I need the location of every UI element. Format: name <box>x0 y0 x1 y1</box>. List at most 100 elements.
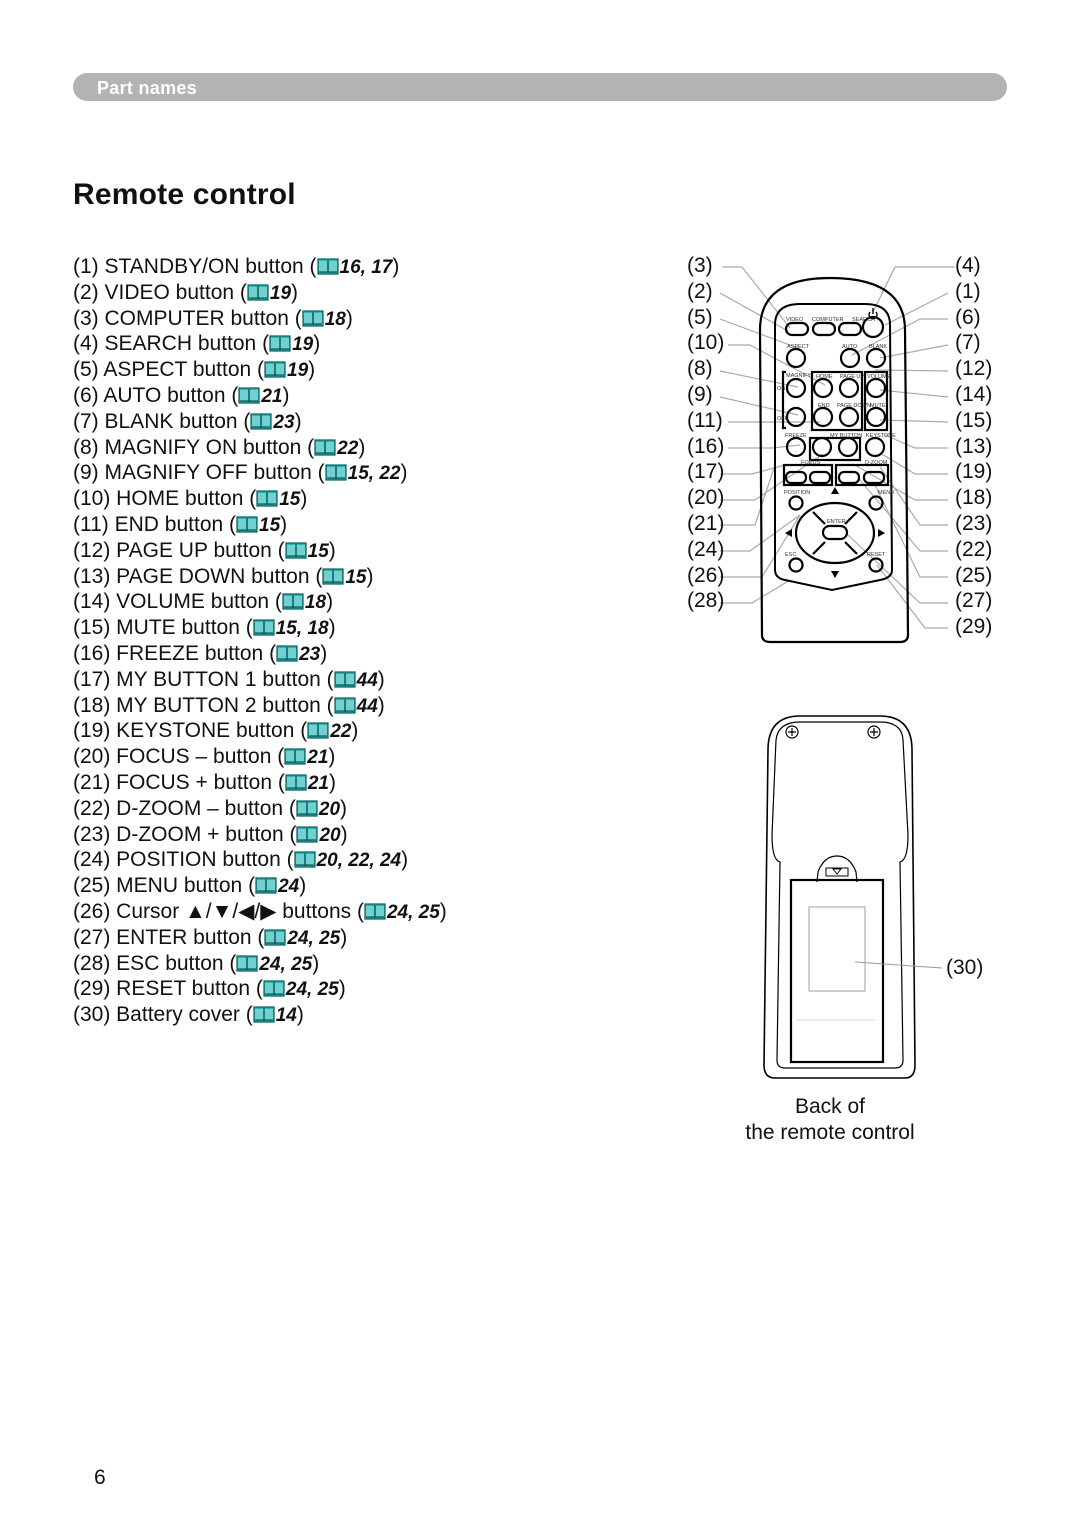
closing-paren: ) <box>338 977 346 1001</box>
page-reference: 24, 25 <box>364 899 440 926</box>
part-label: (7) BLANK button ( <box>73 409 251 433</box>
page-numbers: 24, 25 <box>287 927 341 949</box>
closing-paren: ) <box>340 796 348 820</box>
book-icon <box>253 619 275 636</box>
callout-label-right: (14) <box>955 383 993 406</box>
page-numbers: 44 <box>356 669 378 691</box>
closing-paren: ) <box>377 667 385 691</box>
callout-label-right: (22) <box>955 537 993 561</box>
part-label: (26) Cursor ▲/▼/◀/▶ buttons ( <box>73 899 364 923</box>
callout-label-right: (13) <box>955 434 993 458</box>
arrow-up-icon <box>831 487 839 494</box>
end-button <box>812 406 834 428</box>
keystone-button <box>864 436 886 458</box>
page-reference: 15 <box>236 512 280 539</box>
part-item: (14) VOLUME button (18) <box>73 589 447 615</box>
callout-label-left: (21) <box>687 512 725 535</box>
part-item: (25) MENU button (24) <box>73 873 447 899</box>
closing-paren: ) <box>308 358 316 382</box>
part-label: (21) FOCUS + button ( <box>73 770 285 794</box>
page-reference: 23 <box>276 641 320 668</box>
callout-label-left: (24) <box>687 537 725 561</box>
part-item: (20) FOCUS – button (21) <box>73 744 447 770</box>
part-item: (27) ENTER button (24, 25) <box>73 925 447 951</box>
page-reference: 24 <box>255 873 299 900</box>
page-down-caption: PAGE DOWN <box>837 403 871 409</box>
callout-label-left: (2) <box>687 279 713 303</box>
book-icon <box>322 567 344 585</box>
callout-label-left: (5) <box>687 305 713 329</box>
page-reference: 22 <box>307 718 351 745</box>
video-button <box>784 321 810 337</box>
part-label: (14) VOLUME button ( <box>73 590 282 614</box>
page-reference: 19 <box>269 331 313 358</box>
part-item: (21) FOCUS + button (21) <box>73 770 447 796</box>
page-numbers: 23 <box>273 411 295 433</box>
section-header-bar: Part names <box>73 73 1007 101</box>
book-icon <box>334 696 356 714</box>
callout-label-left: (28) <box>687 589 725 613</box>
magnify-on-button <box>785 377 807 399</box>
part-label: (6) AUTO button ( <box>73 383 239 407</box>
book-icon <box>253 1006 275 1023</box>
part-item: (26) Cursor ▲/▼/◀/▶ buttons (24, 25) <box>73 899 447 925</box>
closing-paren: ) <box>294 409 302 433</box>
page-number: 6 <box>94 1466 106 1489</box>
book-icon <box>250 413 273 430</box>
aspect-caption: ASPECT <box>787 344 810 350</box>
page-numbers: 22 <box>337 437 359 459</box>
volume-button <box>865 377 887 399</box>
book-icon <box>307 722 329 739</box>
callout-label-left: (20) <box>687 486 725 510</box>
book-icon <box>256 490 278 507</box>
page-reference: 21 <box>285 770 329 797</box>
page-reference: 15, 22 <box>325 460 401 487</box>
home-button <box>812 377 834 399</box>
book-icon <box>284 748 306 765</box>
page-numbers: 19 <box>292 334 314 356</box>
part-item: (29) RESET button (24, 25) <box>73 976 447 1002</box>
book-icon <box>269 335 291 352</box>
page-reference: 20 <box>296 822 341 849</box>
closing-paren: ) <box>345 306 353 330</box>
computer-caption: COMPUTER <box>812 317 844 323</box>
book-icon <box>325 464 347 481</box>
book-icon <box>314 438 336 456</box>
magnify-caption: MAGNIFY <box>786 373 811 379</box>
esc-caption: ESC <box>785 552 796 558</box>
part-label: (20) FOCUS – button ( <box>73 745 285 769</box>
page-reference: 21 <box>238 383 283 410</box>
part-label: (24) POSITION button ( <box>73 848 294 872</box>
my-button-1 <box>811 436 833 458</box>
book-icon <box>236 516 258 533</box>
page-reference: 44 <box>334 667 378 694</box>
esc-button <box>788 557 804 573</box>
arrow-left-icon <box>785 529 792 537</box>
part-item: (18) MY BUTTON 2 button (44) <box>73 693 447 719</box>
part-item: (3) COMPUTER button (18) <box>73 306 447 332</box>
part-label: (22) D-ZOOM – button ( <box>73 796 296 820</box>
part-label: (17) MY BUTTON 1 button ( <box>73 667 334 691</box>
mute-button <box>865 406 887 428</box>
closing-paren: ) <box>439 899 447 923</box>
page-reference: 15 <box>322 564 367 591</box>
book-icon <box>264 361 286 378</box>
page-numbers: 14 <box>275 1005 297 1027</box>
closing-paren: ) <box>328 538 336 562</box>
page-numbers: 21 <box>261 385 283 407</box>
part-item: (23) D-ZOOM + button (20) <box>73 822 447 848</box>
part-item: (12) PAGE UP button (15) <box>73 538 447 564</box>
part-item: (13) PAGE DOWN button (15) <box>73 564 447 590</box>
callout-label-right: (27) <box>955 589 993 613</box>
book-icon <box>293 851 316 868</box>
button-captions: VIDEO COMPUTER SEARCH ASPECT AUTO BLANK … <box>777 317 896 558</box>
page-numbers: 23 <box>299 643 321 665</box>
book-icon <box>264 929 287 946</box>
position-button <box>788 495 804 511</box>
auto-button <box>839 347 861 369</box>
part-label: (4) SEARCH button ( <box>73 332 270 356</box>
closing-paren: ) <box>320 641 328 665</box>
aspect-button <box>785 347 807 369</box>
closing-paren: ) <box>328 770 336 794</box>
callout-label-right: (7) <box>955 331 981 355</box>
